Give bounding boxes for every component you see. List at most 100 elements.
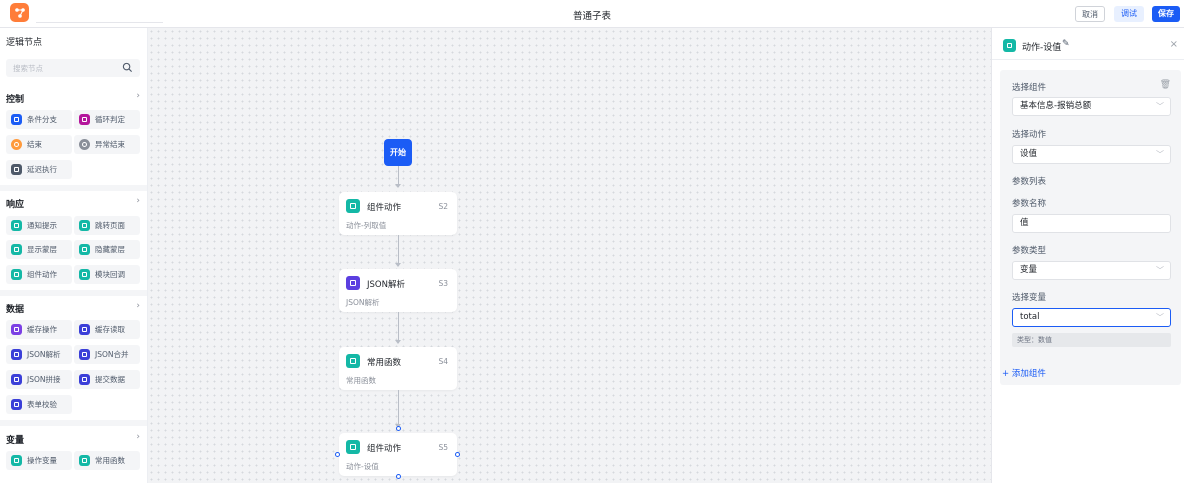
select-variable-dropdown[interactable]: total ﹀	[1012, 308, 1171, 327]
node-item-loop-check[interactable]: 循环判定	[74, 110, 140, 129]
chevron-down-icon: ﹀	[1156, 313, 1164, 322]
node-subtitle: 动作-设值	[346, 462, 379, 471]
node-item-label: 缓存操作	[27, 325, 57, 334]
flow-node-s3[interactable]: JSON解析 S3 JSON解析	[339, 269, 457, 312]
function-icon	[79, 455, 90, 466]
function-icon	[346, 354, 360, 368]
node-item-submit-data[interactable]: 提交数据	[74, 370, 140, 389]
node-item-label: 通知提示	[27, 221, 57, 230]
section-title: 响应	[6, 200, 25, 210]
node-item-show-mask[interactable]: 显示蒙层	[6, 240, 72, 259]
node-item-json-merge[interactable]: JSON合并	[74, 345, 140, 364]
node-item-operate-variable[interactable]: 操作变量	[6, 451, 72, 470]
title-input-underline[interactable]	[36, 22, 163, 23]
node-item-cache-op[interactable]: 缓存操作	[6, 320, 72, 339]
search-placeholder: 搜索节点	[13, 64, 43, 73]
selection-handle-bottom[interactable]	[396, 474, 401, 479]
component-action-icon	[11, 269, 22, 280]
search-icon[interactable]	[122, 62, 133, 73]
node-item-error-end[interactable]: 异常结束	[74, 135, 140, 154]
add-component-label: 添加组件	[1011, 369, 1046, 379]
select-variable-value: total	[1020, 312, 1040, 322]
node-item-json-concat[interactable]: JSON拼接	[6, 370, 72, 389]
flow-canvas[interactable]: 开始 组件动作 S2 动作-列取值 JSON解析 S3 JSON解析 常用函数 …	[148, 28, 991, 483]
node-item-label: 操作变量	[27, 456, 57, 465]
trash-icon[interactable]: 🗑	[1160, 80, 1171, 90]
node-item-module-callback[interactable]: 模块回调	[74, 265, 140, 284]
json-merge-icon	[79, 349, 90, 360]
param-name-input[interactable]: 值	[1012, 214, 1171, 233]
param-type-label: 参数类型	[1012, 246, 1047, 256]
node-item-json-parse[interactable]: JSON解析	[6, 345, 72, 364]
section-title: 变量	[6, 436, 25, 446]
type-hint-tag: 类型：数值	[1012, 333, 1171, 347]
node-item-common-function[interactable]: 常用函数	[74, 451, 140, 470]
node-item-label: JSON解析	[27, 350, 61, 359]
submit-data-icon	[79, 374, 90, 385]
node-item-label: 常用函数	[95, 456, 125, 465]
save-button[interactable]: 保存	[1152, 6, 1180, 22]
section-header-response[interactable]: 响应 ›	[6, 196, 140, 210]
select-component-dropdown[interactable]: 基本信息-报销总额 ﹀	[1012, 97, 1171, 116]
node-subtitle: 常用函数	[346, 376, 376, 385]
node-item-end[interactable]: 结束	[6, 135, 72, 154]
chevron-down-icon: ﹀	[1156, 150, 1164, 159]
search-input[interactable]: 搜索节点	[6, 59, 140, 77]
component-action-icon	[346, 199, 360, 213]
module-callback-icon	[79, 269, 90, 280]
hide-mask-icon	[79, 244, 90, 255]
chevron-right-icon: ›	[136, 432, 140, 442]
top-bar: 普通子表 取消 调试 保存	[0, 0, 1184, 28]
node-id: S2	[438, 202, 448, 211]
selection-handle-top[interactable]	[396, 426, 401, 431]
node-item-label: 异常结束	[95, 140, 125, 149]
close-icon[interactable]: ×	[1170, 39, 1178, 50]
node-subtitle: 动作-列取值	[346, 221, 387, 230]
section-header-data[interactable]: 数据 ›	[6, 301, 140, 315]
end-icon	[11, 139, 22, 150]
node-item-condition-branch[interactable]: 条件分支	[6, 110, 72, 129]
node-item-form-validate[interactable]: 表单校验	[6, 395, 72, 414]
param-list-label: 参数列表	[1012, 177, 1047, 187]
node-item-label: JSON拼接	[27, 375, 61, 384]
node-item-label: JSON合并	[95, 350, 129, 359]
node-item-hide-mask[interactable]: 隐藏蒙层	[74, 240, 140, 259]
chevron-down-icon: ﹀	[1156, 102, 1164, 111]
node-item-delay[interactable]: 延迟执行	[6, 160, 72, 179]
section-header-control[interactable]: 控制 ›	[6, 91, 140, 105]
node-item-label: 模块回调	[95, 270, 125, 279]
flow-node-s4[interactable]: 常用函数 S4 常用函数	[339, 347, 457, 390]
node-item-label: 跳转页面	[95, 221, 125, 230]
component-config-card: 选择组件 🗑 基本信息-报销总额 ﹀ 选择动作 设值 ﹀ 参数列表 参数名称 值…	[1000, 70, 1181, 385]
add-component-button[interactable]: + 添加组件	[1002, 367, 1046, 379]
node-item-label: 缓存读取	[95, 325, 125, 334]
flow-node-s2[interactable]: 组件动作 S2 动作-列取值	[339, 192, 457, 235]
form-validate-icon	[11, 399, 22, 410]
chevron-right-icon: ›	[136, 196, 140, 206]
connector-line	[398, 390, 399, 427]
node-item-label: 表单校验	[27, 400, 57, 409]
param-type-dropdown[interactable]: 变量 ﹀	[1012, 261, 1171, 280]
node-item-cache-read[interactable]: 缓存读取	[74, 320, 140, 339]
edit-icon[interactable]: ✎	[1062, 39, 1070, 49]
debug-button[interactable]: 调试	[1114, 6, 1144, 22]
select-action-dropdown[interactable]: 设值 ﹀	[1012, 145, 1171, 164]
select-variable-label: 选择变量	[1012, 293, 1047, 303]
select-component-label: 选择组件	[1012, 83, 1047, 93]
cancel-button[interactable]: 取消	[1075, 6, 1105, 22]
start-node[interactable]: 开始	[384, 139, 412, 166]
node-id: S4	[438, 357, 448, 366]
json-parse-icon	[346, 276, 360, 290]
section-header-variable[interactable]: 变量 ›	[6, 432, 140, 446]
json-concat-icon	[11, 374, 22, 385]
param-type-value: 变量	[1020, 265, 1038, 275]
panel-title: 动作-设值	[1022, 43, 1062, 53]
node-item-component-action[interactable]: 组件动作	[6, 265, 72, 284]
select-action-label: 选择动作	[1012, 130, 1047, 140]
node-item-jump-page[interactable]: 跳转页面	[74, 216, 140, 235]
selection-handle-left[interactable]	[335, 452, 340, 457]
cache-read-icon	[79, 324, 90, 335]
selection-handle-right[interactable]	[455, 452, 460, 457]
flow-node-s5[interactable]: 组件动作 S5 动作-设值	[339, 433, 457, 476]
node-item-notify[interactable]: 通知提示	[6, 216, 72, 235]
